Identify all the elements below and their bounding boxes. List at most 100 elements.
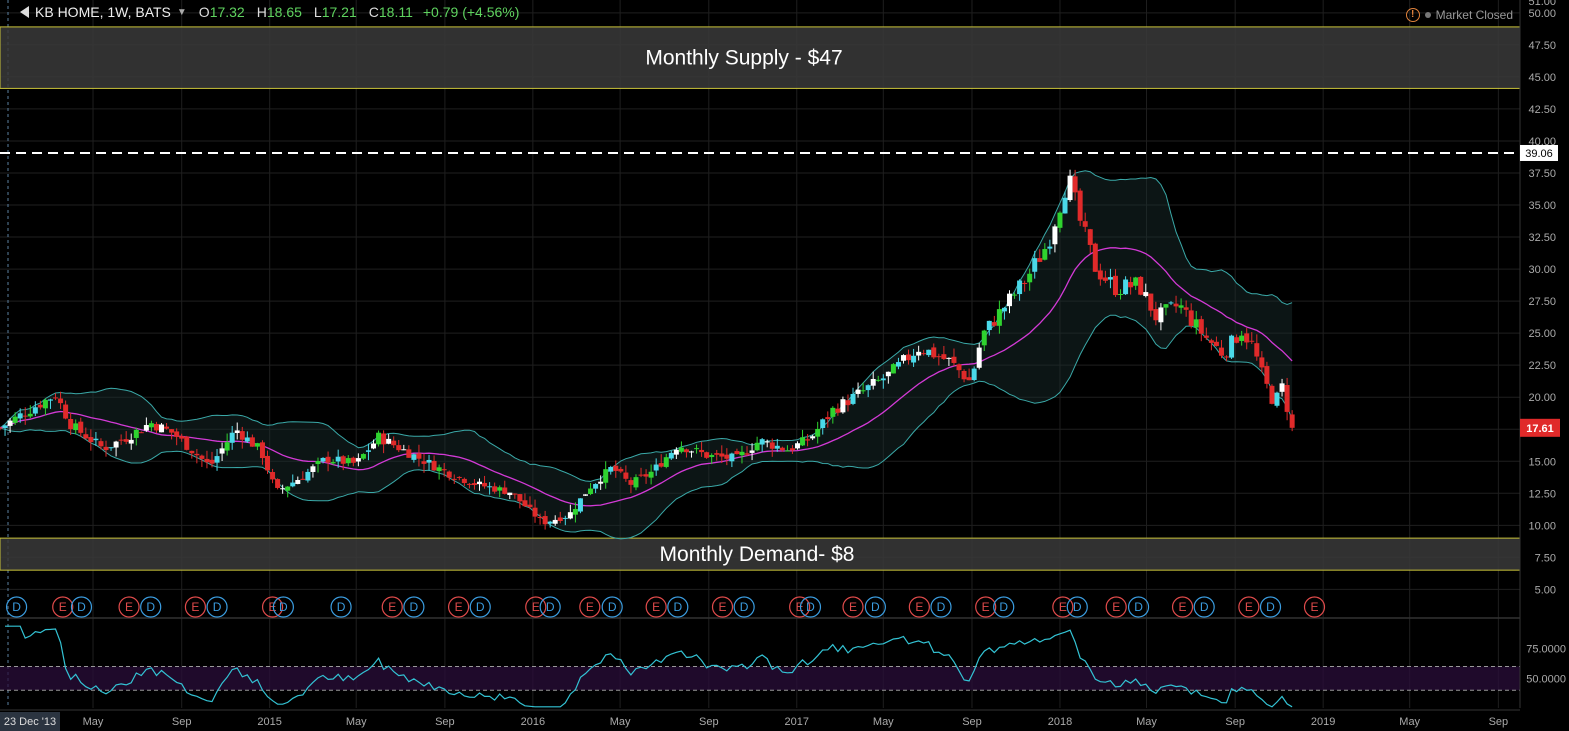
chevron-down-icon[interactable]: ▼ xyxy=(177,7,187,18)
candle-body xyxy=(184,436,190,450)
candle-body xyxy=(275,479,281,488)
candle-body xyxy=(1097,270,1103,280)
time-tick-label: May xyxy=(1136,716,1157,728)
candle-body xyxy=(840,399,846,413)
symbol-title[interactable]: KB HOME, 1W, BATS xyxy=(35,4,171,20)
candle-body xyxy=(1213,341,1219,346)
price-tick-label: 45.00 xyxy=(1528,72,1556,84)
time-tick-label: Sep xyxy=(699,716,719,728)
earnings-marker-label: E xyxy=(1179,600,1187,614)
candle-body xyxy=(865,385,871,391)
candle-body xyxy=(547,521,553,524)
market-status-text: Market Closed xyxy=(1435,8,1513,22)
candle-body xyxy=(971,368,977,381)
low-label: L xyxy=(313,4,322,20)
candle-body xyxy=(416,453,422,459)
candle-body xyxy=(37,404,43,408)
time-tick-label: May xyxy=(610,716,631,728)
candle-body xyxy=(658,463,664,467)
candle-body xyxy=(1163,304,1169,308)
candle-body xyxy=(441,469,447,471)
candle-body xyxy=(699,449,705,453)
dividend-marker-label: D xyxy=(12,600,21,614)
candle-body xyxy=(1042,249,1048,260)
market-status: ! Market Closed xyxy=(1405,8,1513,22)
earnings-marker-label: E xyxy=(59,600,67,614)
candle-body xyxy=(492,486,498,492)
dividend-marker-label: D xyxy=(806,600,815,614)
dividend-marker-label: D xyxy=(871,600,880,614)
price-tick-label-partial: 51.00 xyxy=(1528,0,1556,8)
earnings-marker-label: E xyxy=(455,600,463,614)
candle-body xyxy=(477,481,483,485)
price-tick-label: 47.50 xyxy=(1528,40,1556,52)
candle-body xyxy=(73,423,79,431)
candle-body xyxy=(32,407,38,414)
candle-body xyxy=(502,487,508,494)
candle-body xyxy=(779,447,785,451)
flag-icon[interactable] xyxy=(20,6,29,18)
time-tick-label: May xyxy=(1399,716,1420,728)
dividend-marker-label: D xyxy=(608,600,617,614)
candle-body xyxy=(113,441,119,448)
candle-body xyxy=(123,439,129,442)
candle-body xyxy=(789,448,795,451)
candle-body xyxy=(244,437,250,442)
time-tick-label: May xyxy=(83,716,104,728)
dividend-marker-label: D xyxy=(213,600,222,614)
candle-body xyxy=(47,399,53,401)
candle-body xyxy=(285,486,291,491)
earnings-marker-label: E xyxy=(1245,600,1253,614)
time-tick-label: 2019 xyxy=(1311,716,1335,728)
candle-body xyxy=(98,441,104,447)
candle-body xyxy=(199,455,205,459)
candle-body xyxy=(527,504,533,508)
earnings-marker-label: E xyxy=(652,600,660,614)
candle-body xyxy=(1128,282,1134,288)
candle-body xyxy=(598,481,604,484)
candle-body xyxy=(461,478,467,484)
candle-body xyxy=(148,423,154,428)
candle-body xyxy=(653,464,659,471)
warning-icon[interactable]: ! xyxy=(1405,8,1420,22)
candle-body xyxy=(764,441,770,443)
candle-body xyxy=(709,455,715,458)
price-chart[interactable]: Monthly Supply - $47 Monthly Demand- $8 D… xyxy=(0,0,1569,731)
candle-body xyxy=(577,498,583,512)
earnings-marker-label: E xyxy=(982,600,990,614)
candle-body xyxy=(254,443,260,447)
price-tick-label: 7.50 xyxy=(1535,552,1556,564)
dividend-marker-label: D xyxy=(279,600,288,614)
candle-body xyxy=(1077,190,1083,221)
candle-body xyxy=(7,420,13,426)
candle-body xyxy=(360,454,366,459)
candle-body xyxy=(810,436,816,439)
price-axis[interactable]: 5.007.5010.0012.5015.0017.5020.0022.5025… xyxy=(1519,0,1569,731)
candle-body xyxy=(1047,246,1053,249)
candle-body xyxy=(1254,343,1260,357)
candle-body xyxy=(517,494,523,502)
candle-body xyxy=(1244,333,1250,343)
rsi-tick-label: 75.0000 xyxy=(1526,644,1566,656)
candle-body xyxy=(794,443,800,449)
candle-body xyxy=(951,356,957,363)
candle-body xyxy=(916,351,922,356)
candle-body xyxy=(880,378,886,381)
change-value: +0.79 (+4.56%) xyxy=(422,4,520,20)
candle-body xyxy=(805,439,811,441)
candle-body xyxy=(926,349,932,356)
candle-body xyxy=(537,517,543,519)
candle-body xyxy=(1087,229,1093,245)
candle-body xyxy=(694,448,700,450)
candle-body xyxy=(1274,392,1280,406)
candle-body xyxy=(1224,356,1230,358)
price-tick-label: 50.00 xyxy=(1528,8,1556,20)
high-label: H xyxy=(256,4,267,20)
candle-body xyxy=(58,398,64,404)
resistance-price-label: 39.06 xyxy=(1525,148,1553,160)
candle-body xyxy=(174,431,180,437)
time-tick-label: Sep xyxy=(172,716,192,728)
candle-body xyxy=(1183,307,1189,310)
earnings-marker-label: E xyxy=(796,600,804,614)
candle-body xyxy=(845,400,851,406)
